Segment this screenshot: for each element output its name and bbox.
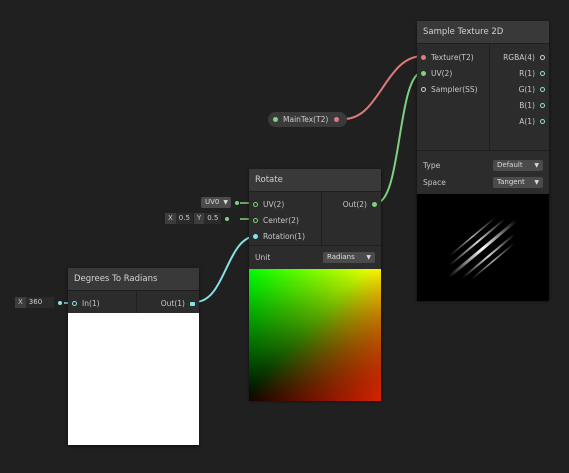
inline-port-dot-icon <box>235 200 239 205</box>
port-dot-icon <box>540 119 545 124</box>
port-label: Center(2) <box>263 216 299 225</box>
uv-channel-dropdown[interactable]: UV0 ▼ <box>201 197 231 208</box>
texture-preview <box>417 194 549 301</box>
preview-red-gradient <box>249 269 381 401</box>
x360-inline-input[interactable]: X 360 <box>15 297 62 308</box>
unit-value: Radians <box>327 253 355 261</box>
settings-area: Unit Radians ▼ <box>249 245 381 269</box>
port-label: A(1) <box>519 117 535 126</box>
input-center-port[interactable]: Center(2) <box>253 216 299 225</box>
port-dot-icon <box>421 87 426 92</box>
sample-texture-2d-node[interactable]: Sample Texture 2D Texture(T2) UV(2) Samp… <box>417 21 549 301</box>
output-b-port[interactable]: B(1) <box>519 101 545 110</box>
center-y-label: Y <box>193 213 205 224</box>
maintex-label: MainTex(T2) <box>283 115 329 124</box>
texture-preview-image <box>448 216 518 280</box>
ports-area: UV(2) Center(2) Rotation(1) Out(2) <box>249 192 381 245</box>
ports-area: Texture(T2) UV(2) Sampler(SS) RGBA(4) R(… <box>417 44 549 150</box>
output-rgba-port[interactable]: RGBA(4) <box>503 53 545 62</box>
column-separator <box>136 291 137 313</box>
rotate-node[interactable]: Rotate UV(2) Center(2) Rotation(1) Out(2… <box>249 169 381 401</box>
port-label: RGBA(4) <box>503 53 535 62</box>
deg2rad-to-rotation-wire <box>194 235 258 303</box>
unit-dropdown[interactable]: Radians ▼ <box>323 252 375 263</box>
port-dot-icon <box>372 202 377 207</box>
center-inline-input[interactable]: X 0.5 Y 0.5 <box>165 213 230 224</box>
maintex-to-texture-wire <box>343 55 424 120</box>
output-out-port[interactable]: Out(2) <box>343 200 377 209</box>
input-rotation-port[interactable]: Rotation(1) <box>253 232 305 241</box>
inline-port-dot-icon <box>225 216 230 221</box>
inline-port-dot-icon <box>57 300 62 305</box>
port-label: Sampler(SS) <box>431 85 478 94</box>
space-dropdown[interactable]: Tangent ▼ <box>493 177 543 188</box>
type-row: Type Default ▼ <box>423 160 543 171</box>
uv-gradient-preview <box>249 269 381 401</box>
port-dot-icon <box>253 234 258 239</box>
port-dot-icon <box>421 55 426 60</box>
column-separator <box>321 192 322 245</box>
type-dropdown[interactable]: Default ▼ <box>493 160 543 171</box>
space-row: Space Tangent ▼ <box>423 177 543 188</box>
unit-row: Unit Radians ▼ <box>255 252 375 263</box>
settings-area: Type Default ▼ Space Tangent ▼ <box>417 150 549 194</box>
rotate-to-uv-wire <box>375 71 424 204</box>
degrees-to-radians-node[interactable]: Degrees To Radians In(1) Out(1) <box>68 268 199 445</box>
maintex-property-node[interactable]: MainTex(T2) <box>268 112 347 127</box>
chevron-down-icon: ▼ <box>534 162 539 169</box>
uv0-inline-input[interactable]: UV0 ▼ <box>201 197 239 208</box>
node-title: Degrees To Radians <box>68 268 199 291</box>
chevron-down-icon: ▼ <box>366 254 371 261</box>
center-x-field[interactable]: 0.5 <box>175 213 193 224</box>
port-dot-icon <box>253 202 258 207</box>
space-value: Tangent <box>497 178 525 186</box>
node-title: Sample Texture 2D <box>417 21 549 44</box>
input-in-port[interactable]: In(1) <box>72 299 100 308</box>
port-dot-icon <box>253 218 258 223</box>
chevron-down-icon: ▼ <box>534 179 539 186</box>
port-label: Texture(T2) <box>431 53 474 62</box>
type-label: Type <box>423 161 441 170</box>
center-y-field[interactable]: 0.5 <box>204 213 222 224</box>
input-sampler-port[interactable]: Sampler(SS) <box>421 85 478 94</box>
port-label: Out(1) <box>160 299 185 308</box>
port-label: B(1) <box>519 101 535 110</box>
output-out-port[interactable]: Out(1) <box>161 299 195 308</box>
port-dot-icon <box>540 71 545 76</box>
port-label: In(1) <box>82 299 100 308</box>
space-label: Space <box>423 178 446 187</box>
input-uv-port[interactable]: UV(2) <box>421 69 452 78</box>
ports-area: In(1) Out(1) <box>68 291 199 313</box>
output-port-dot-icon[interactable] <box>334 117 340 122</box>
port-label: UV(2) <box>263 200 285 209</box>
type-value: Default <box>497 161 523 169</box>
port-label: UV(2) <box>431 69 453 78</box>
x-value-field[interactable]: 360 <box>25 297 54 308</box>
port-label: Out(2) <box>342 200 367 209</box>
white-preview <box>68 313 199 445</box>
port-dot-icon <box>540 55 545 60</box>
unit-label: Unit <box>255 253 271 262</box>
node-title: Rotate <box>249 169 381 192</box>
port-dot-icon <box>540 103 545 108</box>
port-dot-icon <box>72 301 77 306</box>
port-label: Rotation(1) <box>263 232 305 241</box>
port-label: R(1) <box>519 69 535 78</box>
uv-channel-value: UV0 <box>205 198 220 206</box>
output-g-port[interactable]: G(1) <box>519 85 545 94</box>
column-separator <box>489 44 490 150</box>
port-dot-icon <box>190 301 195 306</box>
output-a-port[interactable]: A(1) <box>519 117 545 126</box>
chevron-down-icon: ▼ <box>223 199 228 206</box>
port-label: G(1) <box>518 85 535 94</box>
x-label: X <box>15 297 26 308</box>
input-uv-port[interactable]: UV(2) <box>253 200 284 209</box>
center-x-label: X <box>165 213 176 224</box>
port-dot-icon <box>421 71 426 76</box>
port-dot-icon <box>540 87 545 92</box>
input-texture-port[interactable]: Texture(T2) <box>421 53 474 62</box>
output-r-port[interactable]: R(1) <box>519 69 545 78</box>
property-indicator-icon <box>273 117 278 122</box>
